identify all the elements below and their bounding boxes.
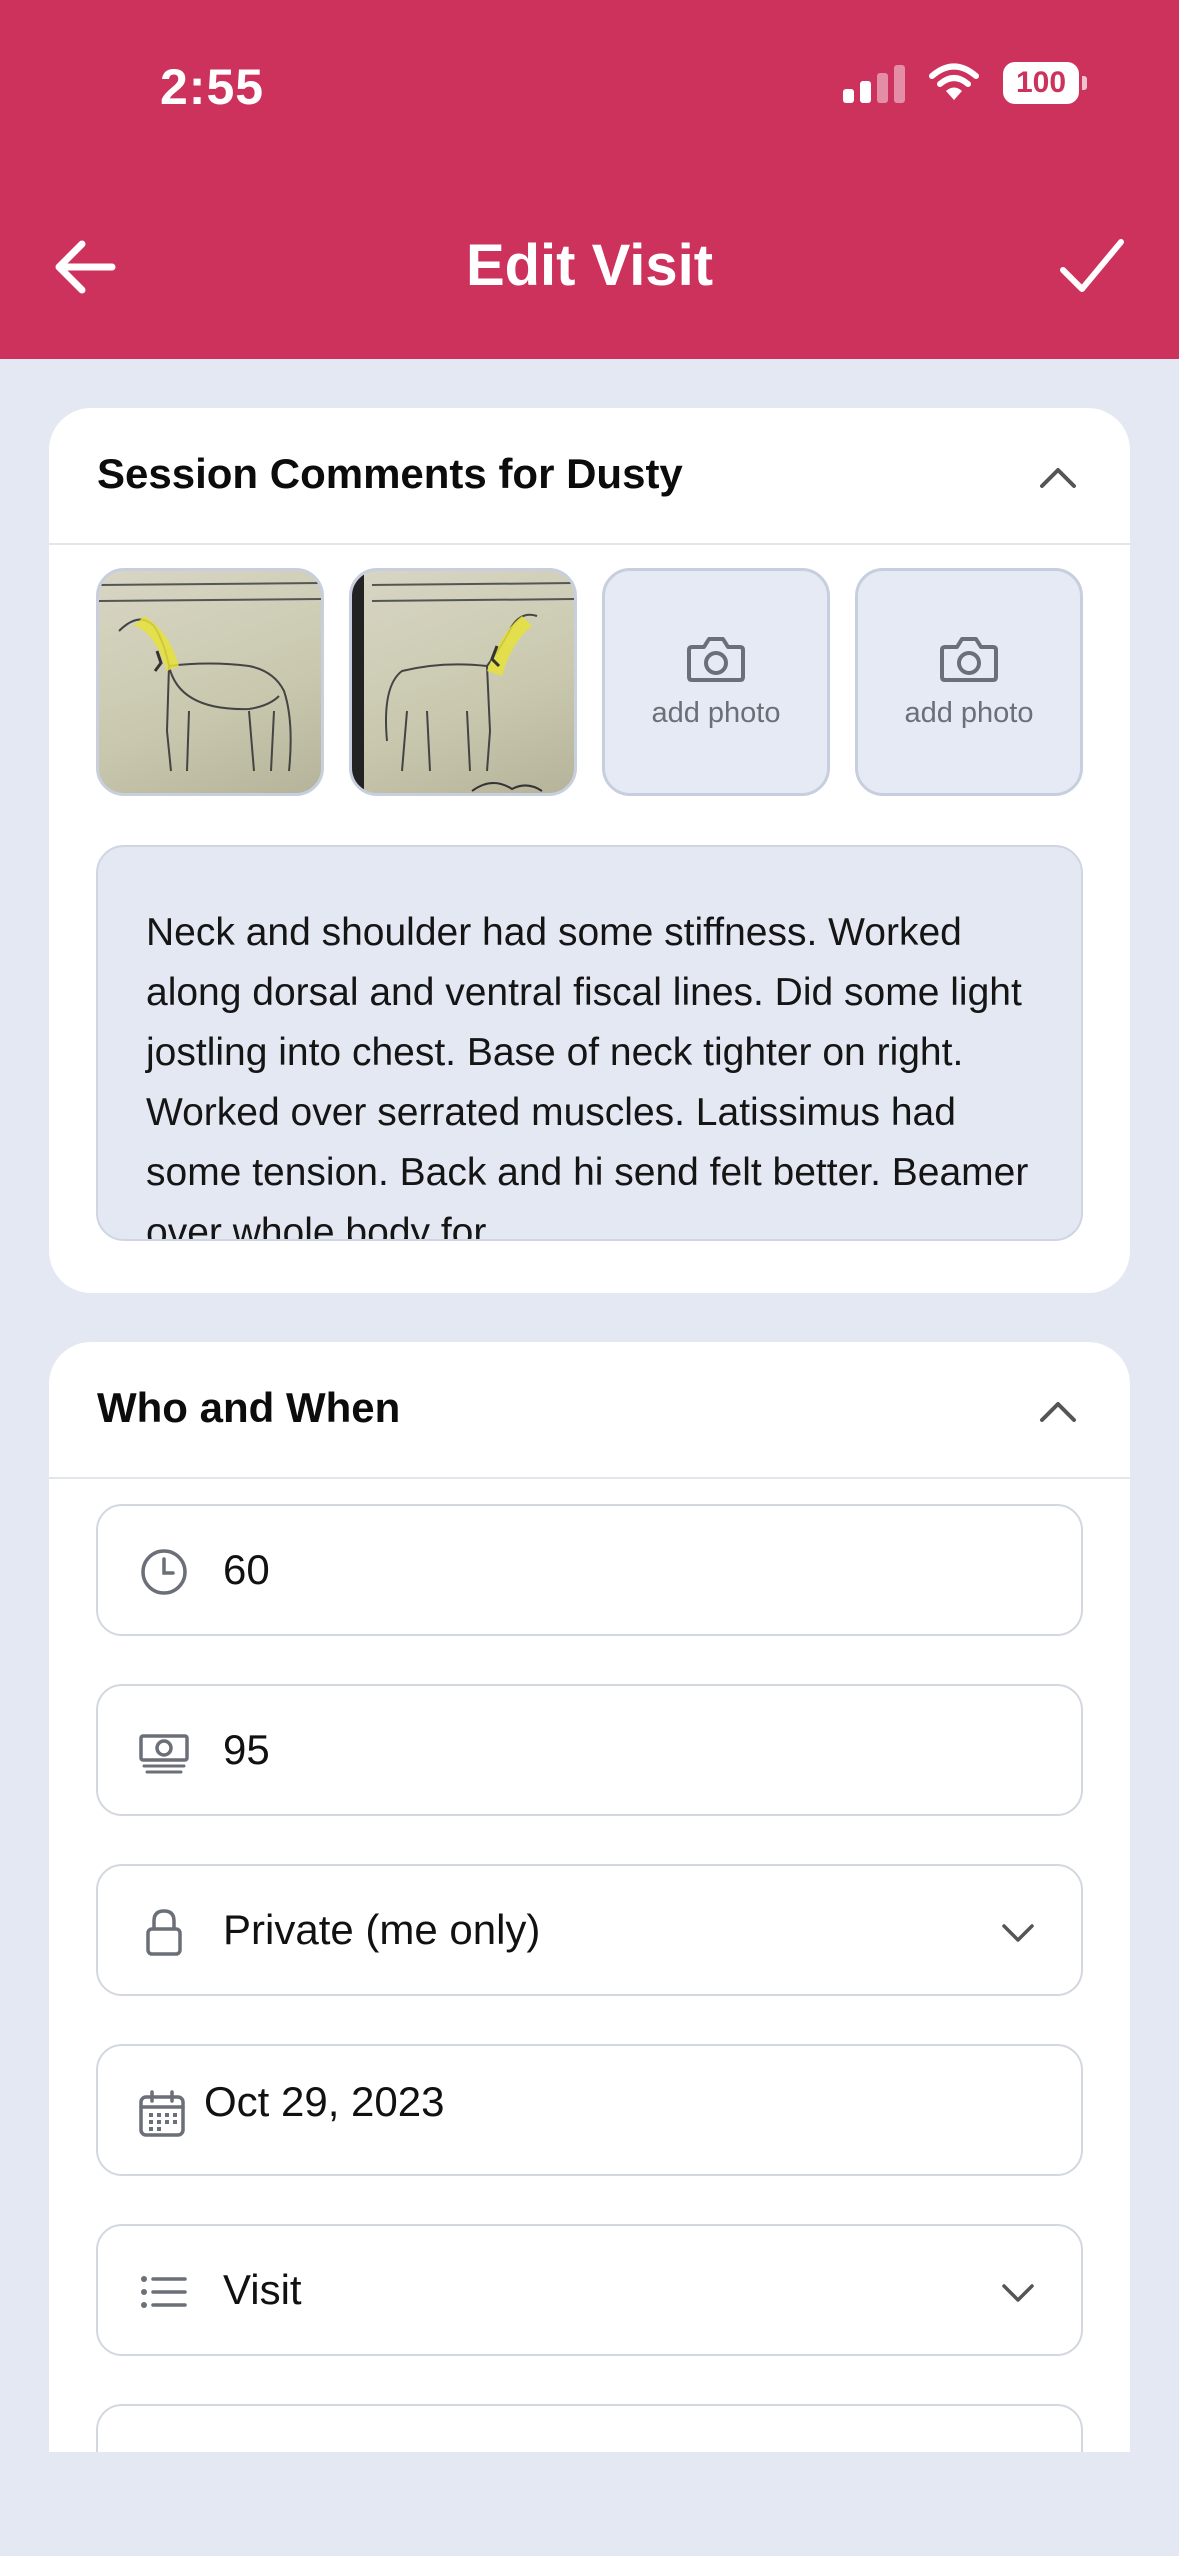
camera-icon bbox=[940, 636, 998, 682]
visit-type-select[interactable]: Visit bbox=[96, 2224, 1083, 2356]
who-and-when-header[interactable]: Who and When bbox=[49, 1342, 1130, 1479]
duration-field[interactable]: 60 bbox=[96, 1504, 1083, 1636]
photo-thumbnail-1[interactable] bbox=[96, 568, 324, 796]
wifi-icon bbox=[929, 63, 979, 100]
session-comments-header[interactable]: Session Comments for Dusty bbox=[49, 408, 1130, 545]
chevron-up-icon[interactable] bbox=[1038, 1392, 1078, 1432]
date-value: Oct 29, 2023 bbox=[204, 2078, 445, 2125]
privacy-value: Private (me only) bbox=[223, 1906, 541, 1953]
list-icon bbox=[141, 2276, 187, 2308]
cellular-signal-icon bbox=[843, 63, 905, 103]
price-field[interactable]: 95 bbox=[96, 1684, 1083, 1816]
horse-sketch-photo bbox=[352, 571, 574, 793]
status-time: 2:55 bbox=[160, 59, 265, 115]
page-title: Edit Visit bbox=[465, 233, 714, 298]
lock-icon bbox=[146, 1909, 182, 1956]
app-header: 2:55 100 Edit Visit bbox=[0, 0, 1179, 359]
checkmark-save-icon[interactable] bbox=[1057, 232, 1127, 302]
status-icons: 100 bbox=[843, 62, 1087, 104]
battery-level: 100 bbox=[1015, 66, 1067, 99]
who-and-when-card: Who and When 60 95 Private (me only) Oct… bbox=[49, 1342, 1130, 2556]
add-photo-label: add photo bbox=[651, 696, 781, 729]
photo-thumbnail-2[interactable] bbox=[349, 568, 577, 796]
session-comments-title: Session Comments for Dusty bbox=[97, 450, 683, 497]
photo-strip: add photo add photo bbox=[96, 568, 1083, 796]
chevron-down-icon bbox=[1002, 1924, 1034, 1942]
add-photo-button[interactable]: add photo bbox=[855, 568, 1083, 796]
camera-icon bbox=[687, 636, 745, 682]
chevron-up-icon[interactable] bbox=[1038, 458, 1078, 498]
horse-sketch-photo bbox=[99, 582, 321, 772]
add-photo-label: add photo bbox=[904, 696, 1034, 729]
price-value: 95 bbox=[223, 1726, 270, 1773]
session-comments-card: Session Comments for Dusty add photo add… bbox=[49, 408, 1130, 1293]
who-and-when-title: Who and When bbox=[97, 1384, 401, 1431]
privacy-select[interactable]: Private (me only) bbox=[96, 1864, 1083, 1996]
duration-value: 60 bbox=[223, 1546, 270, 1593]
battery-icon: 100 bbox=[1003, 62, 1087, 104]
add-photo-button[interactable]: add photo bbox=[602, 568, 830, 796]
calendar-icon bbox=[139, 2090, 185, 2137]
clock-icon bbox=[141, 1549, 187, 1595]
session-notes-textarea[interactable]: Neck and shoulder had some stiffness. Wo… bbox=[96, 845, 1083, 1241]
cash-icon bbox=[139, 1734, 189, 1774]
chevron-down-icon bbox=[1002, 2284, 1034, 2302]
bottom-safe-area bbox=[0, 2452, 1179, 2556]
visit-type-value: Visit bbox=[223, 2266, 302, 2313]
date-field[interactable]: Oct 29, 2023 bbox=[96, 2044, 1083, 2176]
